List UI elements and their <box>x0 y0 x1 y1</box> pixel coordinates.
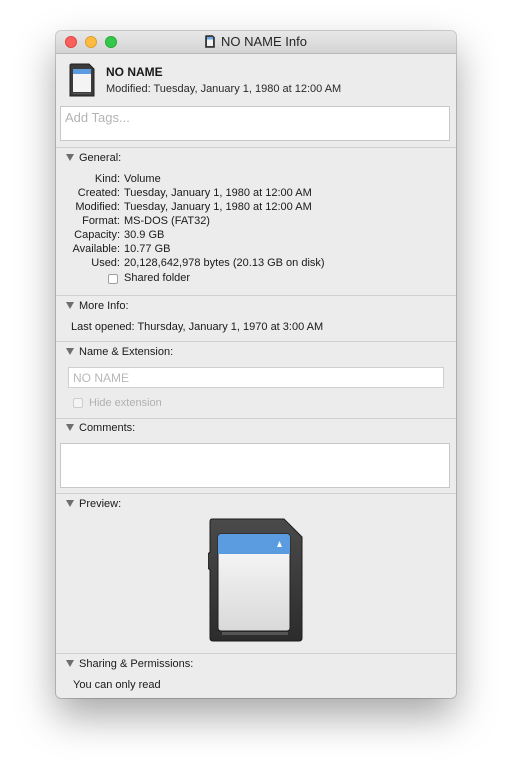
info-value: 10.77 GB <box>124 243 171 255</box>
volume-name: NO NAME <box>106 65 163 79</box>
section-sharing-label: Sharing & Permissions: <box>79 658 194 670</box>
divider <box>56 341 456 342</box>
section-preview-toggle[interactable]: Preview: <box>66 498 121 510</box>
divider <box>56 493 456 494</box>
disclosure-triangle-icon[interactable] <box>66 302 74 309</box>
divider <box>56 147 456 148</box>
info-label: Format: <box>82 215 120 227</box>
disclosure-triangle-icon[interactable] <box>66 424 74 431</box>
divider <box>56 653 456 654</box>
window-title: NO NAME Info <box>221 34 307 49</box>
info-row-format: Format: MS-DOS (FAT32) <box>56 215 456 229</box>
info-label: Modified: <box>75 201 120 213</box>
section-sharing-toggle[interactable]: Sharing & Permissions: <box>66 658 193 670</box>
info-label: Available: <box>72 243 121 255</box>
title-bar[interactable]: NO NAME Info <box>56 31 456 54</box>
info-row-available: Available: 10.77 GB <box>56 243 456 257</box>
sd-card-icon <box>69 63 95 97</box>
permission-text: You can only read <box>73 679 161 691</box>
info-row-capacity: Capacity: 30.9 GB <box>56 229 456 243</box>
info-value: Tuesday, January 1, 1980 at 12:00 AM <box>124 201 312 213</box>
disclosure-triangle-icon[interactable] <box>66 348 74 355</box>
info-value: MS-DOS (FAT32) <box>124 215 210 227</box>
disclosure-triangle-icon[interactable] <box>66 500 74 507</box>
section-name-extension-toggle[interactable]: Name & Extension: <box>66 346 173 358</box>
sd-card-preview-icon <box>208 518 303 642</box>
name-field[interactable]: NO NAME <box>68 367 444 388</box>
disclosure-triangle-icon[interactable] <box>66 660 74 667</box>
info-row-created: Created: Tuesday, January 1, 1980 at 12:… <box>56 187 456 201</box>
info-row-used: Used: 20,128,642,978 bytes (20.13 GB on … <box>56 257 456 271</box>
info-value: 20,128,642,978 bytes (20.13 GB on disk) <box>124 257 325 269</box>
tags-input[interactable]: Add Tags... <box>60 106 450 141</box>
divider <box>56 295 456 296</box>
info-label: Used: <box>91 257 120 269</box>
last-opened: Last opened: Thursday, January 1, 1970 a… <box>71 321 324 333</box>
window-title-container: NO NAME Info <box>56 34 456 49</box>
section-comments-label: Comments: <box>79 422 136 434</box>
info-row-kind: Kind: Volume <box>56 173 456 187</box>
hide-extension-label: Hide extension <box>89 397 162 409</box>
info-label: Kind: <box>94 173 120 185</box>
section-more-info-toggle[interactable]: More Info: <box>66 300 129 312</box>
shared-folder-label: Shared folder <box>124 272 191 284</box>
shared-folder-checkbox[interactable] <box>108 274 118 284</box>
info-label: Capacity: <box>74 229 120 241</box>
section-name-extension-label: Name & Extension: <box>79 346 174 358</box>
disclosure-triangle-icon[interactable] <box>66 154 74 161</box>
info-label: Created: <box>77 187 120 199</box>
info-row-modified: Modified: Tuesday, January 1, 1980 at 12… <box>56 201 456 215</box>
info-value: Tuesday, January 1, 1980 at 12:00 AM <box>124 187 312 199</box>
section-general-label: General: <box>79 152 122 164</box>
hide-extension-checkbox[interactable] <box>73 398 83 408</box>
section-comments-toggle[interactable]: Comments: <box>66 422 135 434</box>
divider <box>56 418 456 419</box>
info-window: NO NAME Info NO NAME Modified: Tuesday, … <box>56 31 456 698</box>
section-more-info-label: More Info: <box>79 300 129 312</box>
modified-date: Modified: Tuesday, January 1, 1980 at 12… <box>106 83 342 95</box>
comments-textarea[interactable] <box>60 443 450 488</box>
section-preview-label: Preview: <box>79 498 122 510</box>
section-general-toggle[interactable]: General: <box>66 152 121 164</box>
info-value: 30.9 GB <box>124 229 165 241</box>
info-value: Volume <box>124 173 161 185</box>
sd-card-icon <box>205 35 215 48</box>
